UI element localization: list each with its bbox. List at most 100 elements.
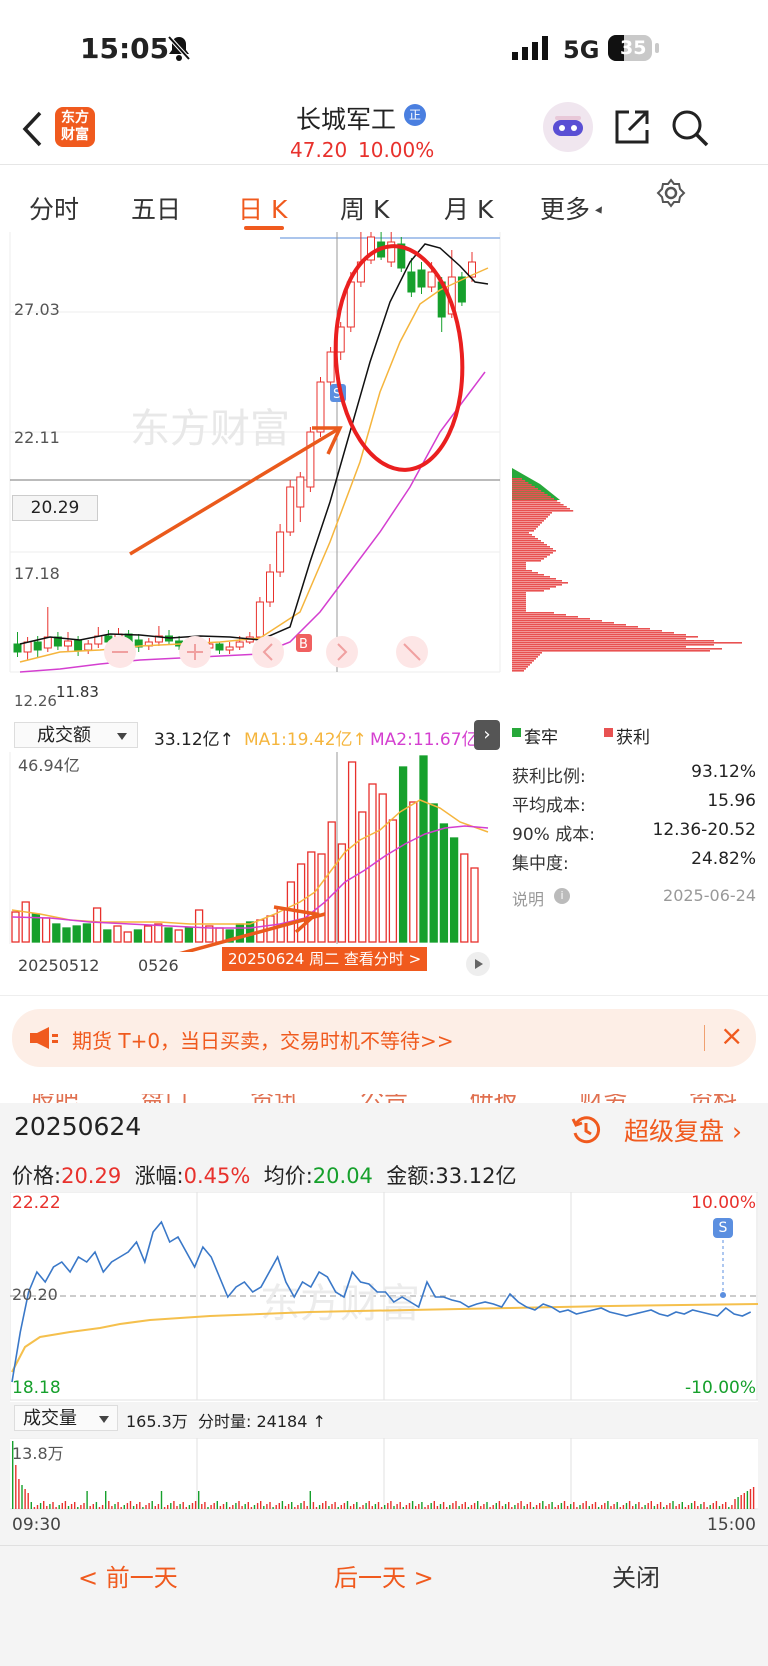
intraday-volume-bar [458, 1506, 460, 1509]
kline-candle [407, 271, 416, 293]
promo-close-button[interactable]: × [720, 1019, 743, 1052]
intraday-volume-bar [92, 1504, 94, 1509]
intraday-volume-chart[interactable] [10, 1438, 758, 1510]
intraday-volume-bar [77, 1507, 79, 1509]
amount-bar [409, 801, 418, 943]
amount-bar [62, 927, 71, 943]
intraday-change: 0.45% [183, 1164, 251, 1188]
intraday-volume-bar [402, 1507, 404, 1509]
intraday-volume-bar [740, 1495, 742, 1509]
chip-stat-label-1: 平均成本: [512, 796, 586, 816]
kline-candle [33, 641, 42, 651]
amount-bar [123, 931, 132, 943]
chip-bar [512, 556, 547, 558]
chip-bar [512, 534, 532, 536]
close-button[interactable]: 关闭 [612, 1558, 660, 1593]
battery-level: 35 [620, 37, 647, 59]
intraday-volume-bar [411, 1501, 414, 1509]
intraday-chart[interactable]: 东方财富 [10, 1192, 758, 1402]
super-review-link[interactable]: 超级复盘 › [624, 1112, 742, 1148]
tab-more[interactable]: 更多 [540, 190, 590, 226]
play-button[interactable] [466, 952, 490, 976]
chip-bar [512, 528, 536, 530]
intraday-volume-bar [418, 1504, 420, 1509]
intraday-volume-bar [542, 1501, 544, 1509]
amount-bar [52, 923, 61, 943]
intraday-volume-bar [83, 1503, 85, 1509]
amount-selector[interactable]: 成交额 [14, 722, 138, 748]
intraday-volume-bar [105, 1491, 107, 1509]
intraday-volume-bar [532, 1507, 535, 1509]
intraday-volume-bar [185, 1507, 187, 1509]
intraday-volume-bar [408, 1503, 411, 1509]
kline-candle [276, 531, 285, 573]
expand-arrow-button[interactable]: › [474, 720, 500, 750]
volume-selector[interactable]: 成交量 [14, 1405, 118, 1431]
intraday-volume-bar [374, 1504, 377, 1509]
intraday-volume-bar [449, 1505, 451, 1509]
amount-bar [378, 793, 387, 943]
app-logo[interactable]: 东方 财富 [55, 107, 95, 147]
intraday-volume-bar [278, 1503, 280, 1509]
intraday-volume-bar [176, 1506, 178, 1509]
intraday-volume-bar [325, 1501, 327, 1509]
intraday-volume-bar [480, 1506, 482, 1509]
chip-bar [512, 540, 541, 542]
intraday-volume-bar [647, 1503, 649, 1509]
share-icon[interactable] [613, 108, 651, 146]
chip-note-label[interactable]: 说明 [512, 886, 544, 910]
previous-day-button[interactable]: < 前一天 [78, 1558, 178, 1593]
next-day-button[interactable]: 后一天 > [334, 1558, 434, 1593]
chip-bar [512, 542, 544, 544]
intraday-volume-bar [281, 1501, 284, 1509]
promo-banner[interactable]: 期货 T+0，当日买卖，交易时机不等待>> × [12, 1009, 756, 1067]
tab-five-day[interactable]: 五日 [131, 190, 181, 226]
info-icon[interactable]: i [554, 888, 570, 904]
intraday-volume-bar [58, 1505, 60, 1509]
intraday-amount: 33.12亿 [435, 1164, 517, 1188]
kline-candle [427, 271, 436, 288]
tab-intraday[interactable]: 分时 [29, 190, 79, 226]
intraday-volume-bar [607, 1501, 609, 1509]
tab-daily-k[interactable]: 日 K [238, 190, 287, 226]
search-icon[interactable] [670, 108, 710, 148]
chip-bar [512, 492, 545, 494]
intraday-volume-bar [222, 1504, 225, 1509]
history-clock-icon [570, 1114, 602, 1146]
back-button[interactable] [20, 110, 46, 148]
date-tooltip-button[interactable]: 20250624 周二 查看分时 > [222, 947, 428, 971]
chip-stat-value-0: 93.12% [691, 762, 756, 782]
intraday-volume-bar [473, 1503, 476, 1509]
intraday-volume-bar [198, 1491, 200, 1509]
chip-bar [512, 662, 532, 664]
robot-avatar-icon[interactable] [543, 102, 593, 152]
intraday-top-price: 22.22 [12, 1193, 61, 1213]
amount-bar [184, 927, 194, 943]
kline-candle [296, 476, 305, 508]
chip-bar [512, 532, 529, 534]
intraday-volume-bar [89, 1506, 91, 1509]
amount-chart[interactable] [0, 752, 505, 952]
chip-bar [512, 644, 714, 646]
settings-gear-icon[interactable] [656, 178, 686, 208]
chip-bar [512, 620, 602, 622]
amount-bar [470, 867, 479, 943]
intraday-volume-max: 13.8万 [12, 1444, 64, 1463]
intraday-volume-bar [362, 1505, 364, 1509]
intraday-volume-bar [514, 1505, 516, 1509]
amount-bar [113, 925, 122, 943]
intraday-volume-bar [706, 1507, 708, 1509]
chip-bar [512, 538, 538, 540]
intraday-volume-bar [291, 1502, 293, 1509]
tab-weekly-k[interactable]: 周 K [340, 190, 389, 226]
tab-monthly-k[interactable]: 月 K [444, 190, 493, 226]
chip-bar [512, 548, 553, 550]
chip-bar [512, 670, 524, 672]
intraday-volume-bar [21, 1485, 23, 1509]
chip-bar [512, 624, 626, 626]
kline-chart[interactable]: 东方财富 S B [0, 232, 505, 692]
chip-bar [512, 546, 550, 548]
chip-bar [512, 480, 526, 482]
intraday-volume-bar [117, 1502, 119, 1509]
intraday-volume-bar [359, 1507, 361, 1509]
